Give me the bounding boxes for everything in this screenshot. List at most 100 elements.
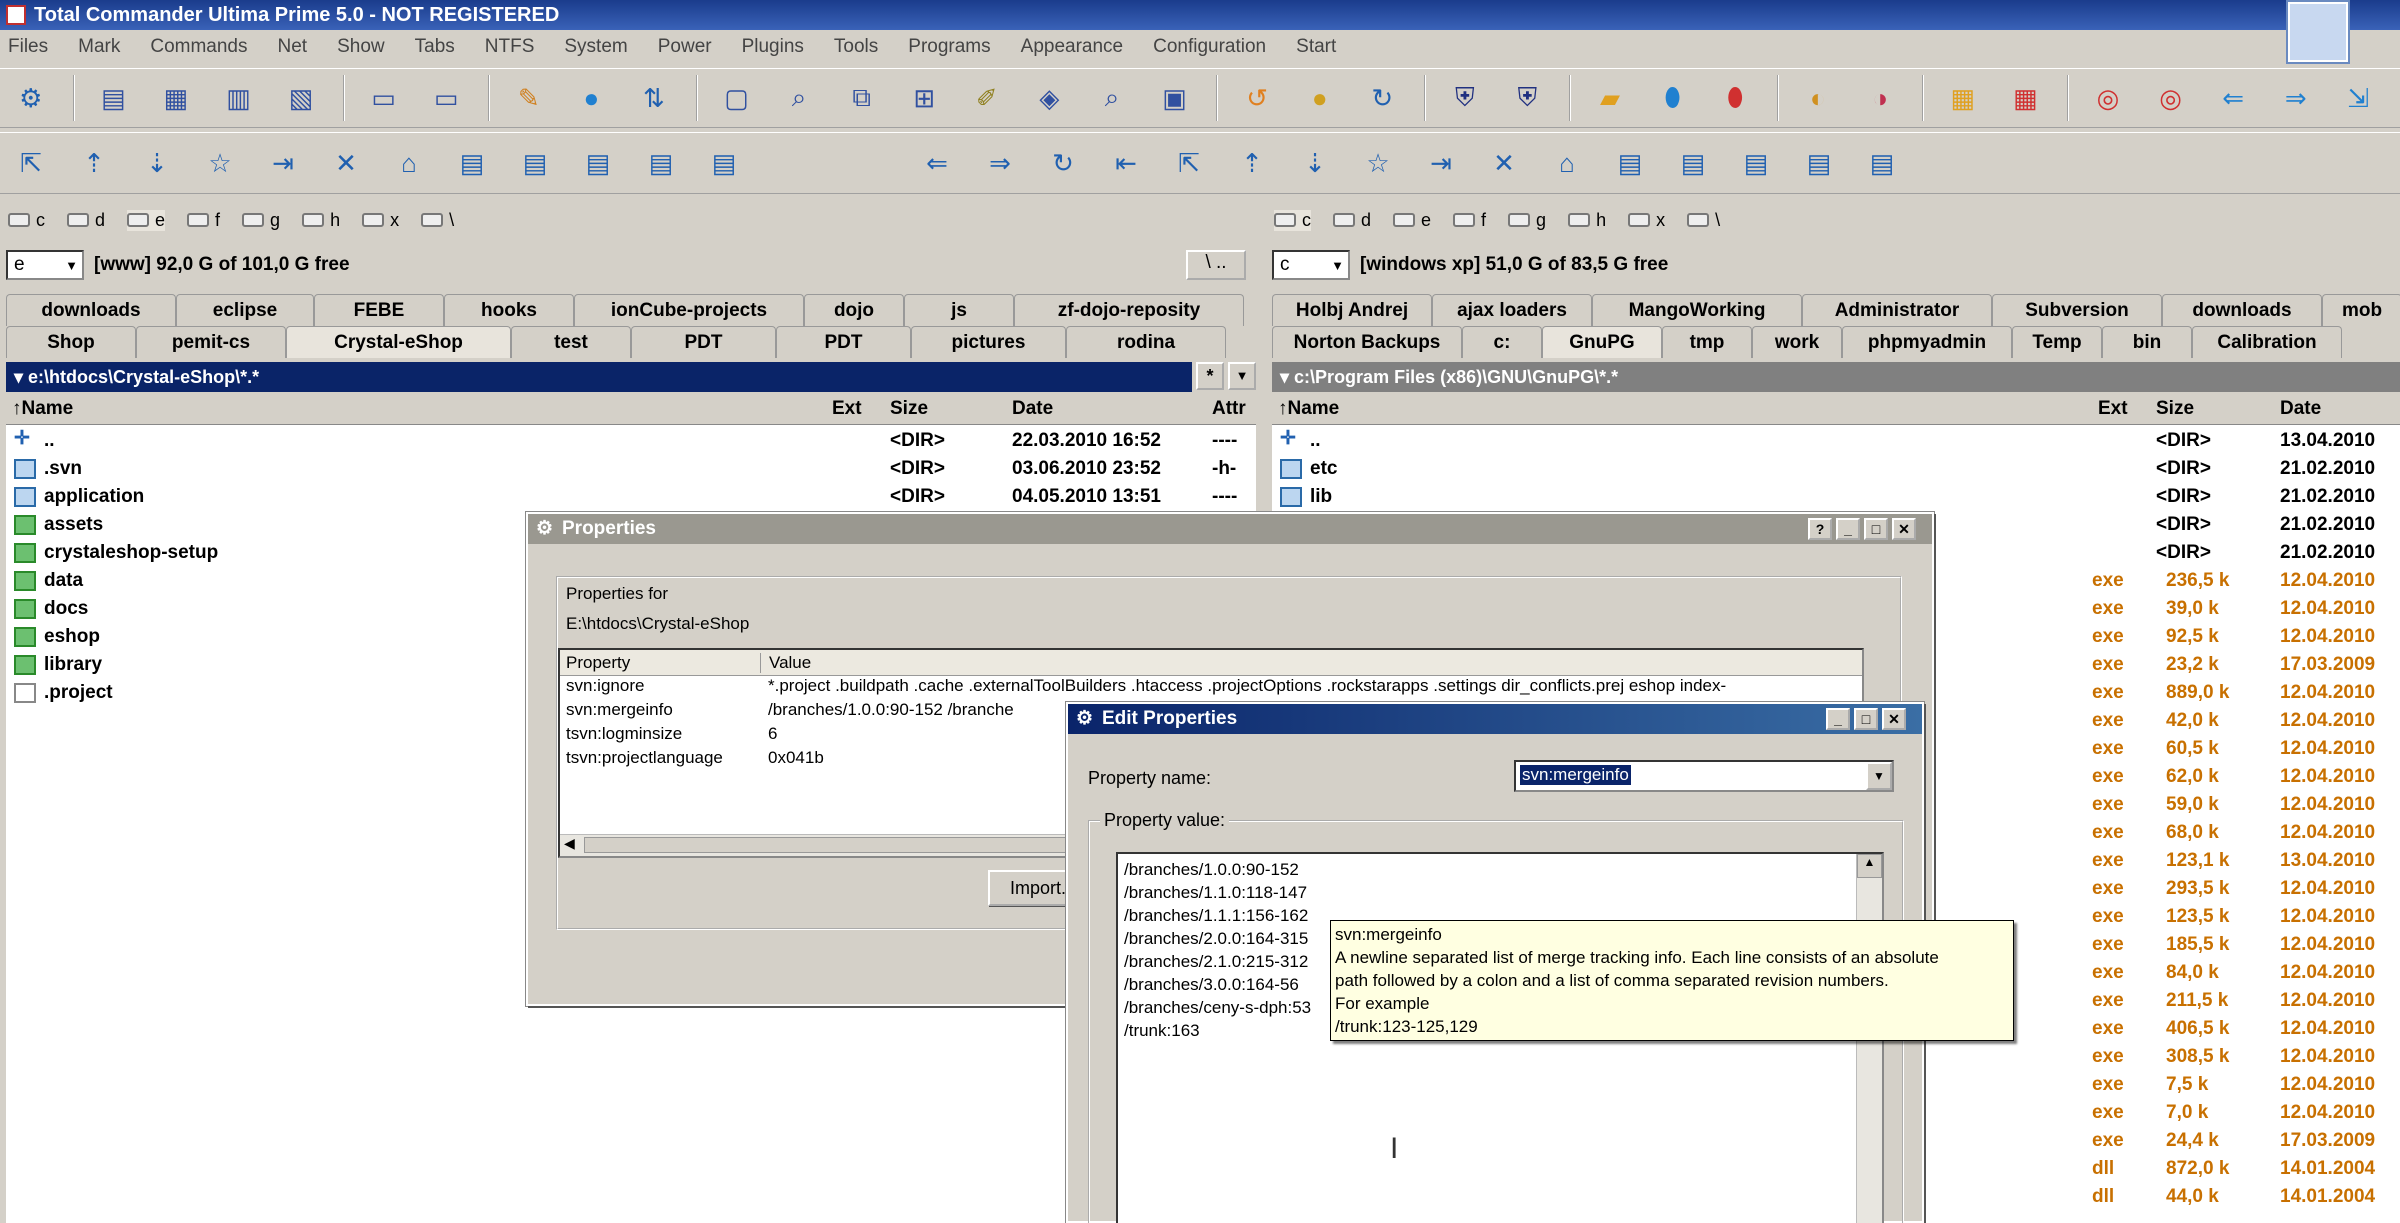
folder-tab[interactable]: Holbj Andrej	[1272, 294, 1432, 326]
folder-tab[interactable]: rodina	[1066, 326, 1226, 358]
window-icon[interactable]: ▢	[716, 77, 758, 119]
folder-tab[interactable]: tmp	[1662, 326, 1752, 358]
folder-tab[interactable]: PDT	[631, 326, 776, 358]
column-attr[interactable]: Attr	[1212, 398, 1246, 420]
menu-system[interactable]: System	[564, 36, 627, 58]
folder-docs-icon[interactable]: ▤	[514, 142, 556, 184]
column-ext[interactable]: Ext	[832, 398, 862, 420]
drive-button-x[interactable]: x	[362, 210, 399, 231]
folder-up-icon[interactable]: ▤	[451, 142, 493, 184]
minimize-button[interactable]: _	[1826, 708, 1850, 730]
left-history-button[interactable]: *	[1196, 362, 1224, 390]
edit-icon[interactable]: ✐	[966, 77, 1008, 119]
drive-button-d[interactable]: d	[1333, 210, 1371, 231]
shield-icon[interactable]: ⛨	[1444, 77, 1486, 119]
goto-icon[interactable]: ⇱	[10, 142, 52, 184]
copy-icon[interactable]: ⧉	[841, 77, 883, 119]
property-row[interactable]: svn:ignore *.project .buildpath .cache .e…	[560, 676, 1862, 700]
chevron-down-icon[interactable]: ▼	[1866, 762, 1892, 790]
drive-button-e[interactable]: e	[127, 209, 166, 231]
column-name[interactable]: ↑Name	[12, 398, 73, 420]
folder-tab[interactable]: ionCube-projects	[574, 294, 804, 326]
next-icon[interactable]: ⇥	[262, 142, 304, 184]
folder-tab[interactable]: test	[511, 326, 631, 358]
folder-tab[interactable]: work	[1752, 326, 1842, 358]
maximize-button[interactable]: □	[1854, 708, 1878, 730]
folder-tab[interactable]: hooks	[444, 294, 574, 326]
folder-tab[interactable]: Shop	[6, 326, 136, 358]
goto-icon[interactable]: ⇱	[1168, 142, 1210, 184]
menu-mark[interactable]: Mark	[78, 36, 120, 58]
folder-tab[interactable]: pemit-cs	[136, 326, 286, 358]
folder-tab[interactable]: c:	[1462, 326, 1542, 358]
folder-tab[interactable]: dojo	[804, 294, 904, 326]
menu-tools[interactable]: Tools	[834, 36, 878, 58]
drive-button-f[interactable]: f	[187, 210, 220, 231]
file-row[interactable]: lib <DIR> 21.02.2010	[1272, 483, 2400, 511]
network-icon[interactable]: ▣	[1154, 77, 1196, 119]
folder-tab-active[interactable]: Crystal-eShop	[286, 326, 511, 358]
brief-view-icon[interactable]: ▤	[93, 77, 135, 119]
menu-start[interactable]: Start	[1296, 36, 1336, 58]
folder-tab[interactable]: Norton Backups	[1272, 326, 1462, 358]
folder-tab[interactable]: FEBE	[314, 294, 444, 326]
folder-tab[interactable]: phpmyadmin	[1842, 326, 2012, 358]
menu-ntfs[interactable]: NTFS	[485, 36, 535, 58]
download-icon[interactable]: ⇣	[136, 142, 178, 184]
drive-button-g[interactable]: g	[242, 210, 280, 231]
sync-icon[interactable]: ⇅	[633, 77, 675, 119]
undo-icon[interactable]: ↺	[1236, 77, 1278, 119]
folder-tab[interactable]: downloads	[6, 294, 176, 326]
scroll-up-icon[interactable]: ▲	[1857, 854, 1882, 878]
help-button[interactable]: ?	[1808, 518, 1832, 540]
favorite-icon[interactable]: ☆	[199, 142, 241, 184]
folder-tab[interactable]: PDT	[776, 326, 911, 358]
folder-video-icon[interactable]: ▤	[1861, 142, 1903, 184]
folder-tab[interactable]: MangoWorking	[1592, 294, 1802, 326]
file-row[interactable]: ✛.. <DIR> 22.03.2010 16:52 ----	[6, 427, 1256, 455]
folder-tab[interactable]: Subversion	[1992, 294, 2162, 326]
file-row[interactable]: application <DIR> 04.05.2010 13:51 ----	[6, 483, 1256, 511]
menu-plugins[interactable]: Plugins	[742, 36, 804, 58]
column-size[interactable]: Size	[890, 398, 928, 420]
menu-appearance[interactable]: Appearance	[1021, 36, 1123, 58]
root-backslash-button[interactable]: \ ..	[1186, 250, 1246, 280]
drive-button-e[interactable]: e	[1393, 210, 1431, 231]
folder-tab[interactable]: ajax loaders	[1432, 294, 1592, 326]
drive-button-c[interactable]: c	[1274, 209, 1311, 231]
more-icon[interactable]: ⇲	[2338, 77, 2380, 119]
database-icon[interactable]: ⬮	[1652, 77, 1694, 119]
left-drive-combo[interactable]: e ▼	[6, 250, 84, 280]
folder-tab[interactable]: bin	[2102, 326, 2192, 358]
left-window-icon[interactable]: ▭	[363, 77, 405, 119]
folder-docs-icon[interactable]: ▤	[1672, 142, 1714, 184]
upload-icon[interactable]: ⇡	[73, 142, 115, 184]
right-window-icon[interactable]: ▭	[425, 77, 467, 119]
folder-tab[interactable]: js	[904, 294, 1014, 326]
tag-icon[interactable]: ◈	[1029, 77, 1071, 119]
left-hotlist-button[interactable]: ▼	[1228, 362, 1256, 390]
drive-button-h[interactable]: h	[302, 210, 340, 231]
palette-icon[interactable]: ◑	[1859, 77, 1901, 119]
record-icon[interactable]: ◎	[2150, 77, 2192, 119]
download-icon[interactable]: ⇣	[1294, 142, 1336, 184]
search-icon[interactable]: ⌕	[778, 77, 820, 119]
menu-net[interactable]: Net	[278, 36, 308, 58]
drive-button-h[interactable]: h	[1568, 210, 1606, 231]
web-icon[interactable]: ●	[571, 77, 613, 119]
folder-home-icon[interactable]: ⌂	[1546, 142, 1588, 184]
right-drive-combo[interactable]: c ▼	[1272, 250, 1350, 280]
refresh-icon[interactable]: ↻	[1042, 142, 1084, 184]
drive-button-f[interactable]: f	[1453, 210, 1486, 231]
folder-pics-icon[interactable]: ▤	[577, 142, 619, 184]
color-icon[interactable]: ◐	[1797, 77, 1839, 119]
pack-icon[interactable]: ✎	[508, 77, 550, 119]
scroll-left-icon[interactable]: ◀	[564, 835, 575, 852]
folder-tab[interactable]: mob	[2322, 294, 2400, 326]
minimize-button[interactable]: _	[1836, 518, 1860, 540]
column-name[interactable]: ↑Name	[1278, 398, 1339, 420]
cancel-icon[interactable]: ✕	[1483, 142, 1525, 184]
lock-icon[interactable]: ⛨	[1507, 77, 1549, 119]
drive-button-c[interactable]: c	[8, 210, 45, 231]
folder-tab[interactable]: Temp	[2012, 326, 2102, 358]
